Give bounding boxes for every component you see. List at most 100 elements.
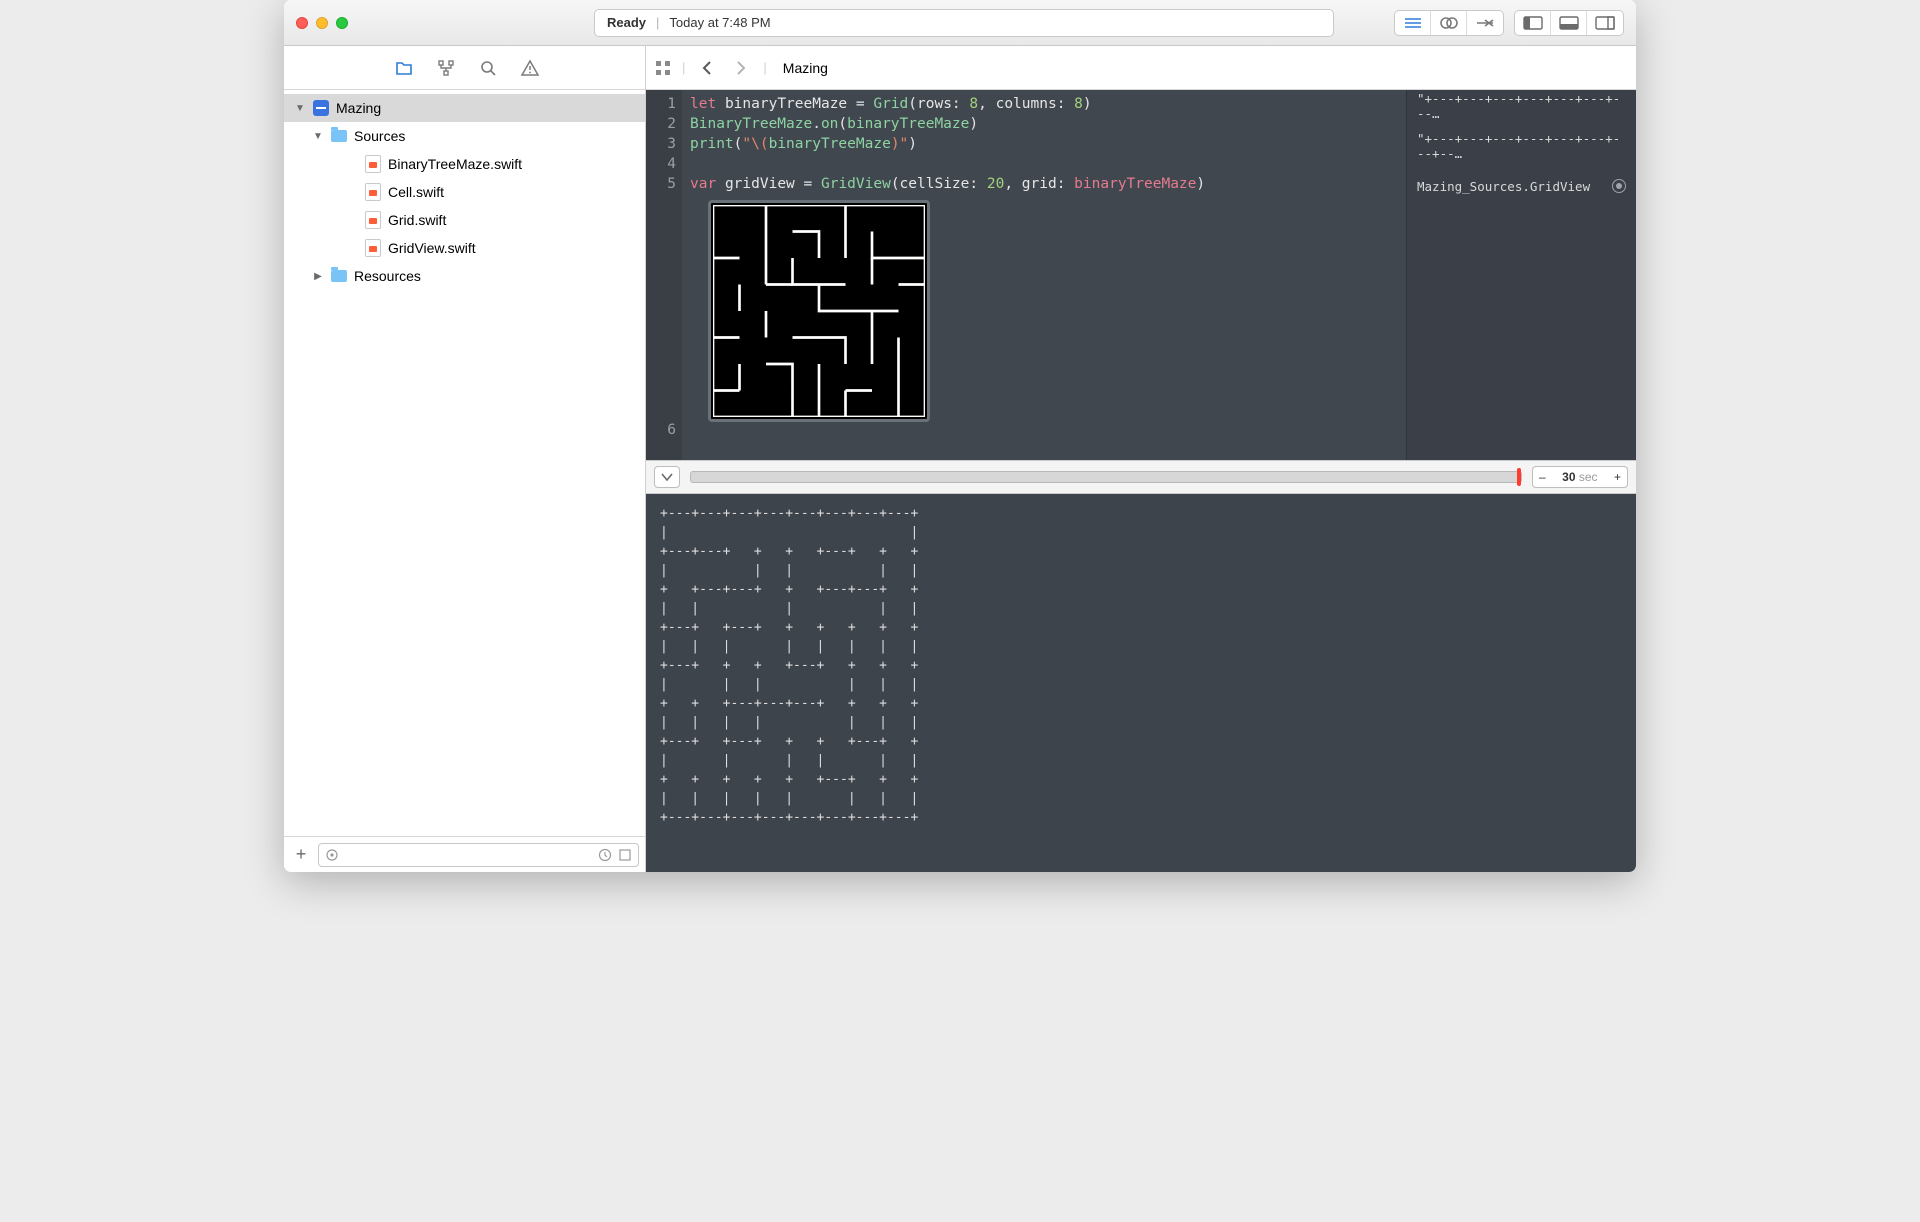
close-window-button[interactable] [296,17,308,29]
tree-file[interactable]: GridView.swift [284,234,645,262]
filter-field[interactable] [318,843,639,867]
swift-file-icon [364,211,382,229]
version-editor-icon [1474,16,1496,30]
activity-viewer[interactable]: Ready | Today at 7:48 PM [594,9,1334,37]
tree-root-mazing[interactable]: ▼ Mazing [284,94,645,122]
chevron-down-icon [661,472,673,482]
swift-file-icon [364,155,382,173]
version-editor-button[interactable] [1467,11,1503,35]
result-text: Mazing_Sources.GridView [1417,179,1590,194]
project-tree[interactable]: ▼ Mazing ▼ Sources BinaryTreeMaze.swift [284,90,645,836]
nav-back-button[interactable] [695,56,719,80]
toggle-navigator-button[interactable] [1515,11,1551,35]
disclosure-triangle-icon[interactable]: ▼ [312,131,324,142]
duration-unit: sec [1579,470,1598,484]
disclosure-triangle-icon[interactable]: ▶ [312,271,324,282]
find-navigator-icon[interactable] [478,58,498,78]
recent-icon[interactable] [598,848,612,862]
zoom-window-button[interactable] [336,17,348,29]
playground-icon [312,99,330,117]
tree-file-label: Cell.swift [388,184,444,200]
result-row[interactable]: Mazing_Sources.GridView [1417,176,1626,196]
tree-file-label: Grid.swift [388,212,446,228]
result-text: "+---+---+---+---+---+---+---+--… [1417,131,1626,161]
editor-column: | | Mazing 1 2 [646,46,1636,872]
result-text: "+---+---+---+---+---+---+---… [1417,91,1626,121]
result-row[interactable]: "+---+---+---+---+---+---+---+--… [1417,136,1626,156]
assistant-editor-icon [1439,15,1459,31]
line-number: 5 [646,174,676,194]
standard-editor-icon [1403,16,1423,30]
scm-filter-icon[interactable] [618,848,632,862]
stepper-decrement[interactable]: – [1539,470,1546,484]
line-number: 1 [646,94,676,114]
symbol-navigator-icon[interactable] [436,58,456,78]
tree-group-label: Resources [354,268,421,284]
tree-file-label: BinaryTreeMaze.swift [388,156,522,172]
debug-console[interactable]: +---+---+---+---+---+---+---+---+ | | +-… [646,494,1636,872]
folder-icon [330,267,348,285]
chevron-right-icon [735,60,747,76]
scope-icon [325,848,339,862]
related-items-icon[interactable] [654,59,672,77]
add-button[interactable]: + [290,844,312,865]
toggle-debug-area-button[interactable] [1551,11,1587,35]
assistant-editor-button[interactable] [1431,11,1467,35]
bottom-panel-icon [1559,16,1579,30]
editor-mode-segmented [1394,10,1504,36]
nav-forward-button[interactable] [729,56,753,80]
left-panel-icon [1523,16,1543,30]
quicklook-icon[interactable] [1612,179,1626,193]
window-traffic-lights [296,17,348,29]
timeline-disclosure-button[interactable] [654,466,680,488]
timeline-playhead[interactable] [1517,468,1521,486]
project-navigator-icon[interactable] [394,58,414,78]
gutter: 1 2 3 4 5 6 [646,90,682,460]
results-sidebar: "+---+---+---+---+---+---+---… "+---+---… [1406,90,1636,460]
timeline-slider[interactable] [690,471,1522,483]
chevron-left-icon [701,60,713,76]
tree-file[interactable]: Cell.swift [284,178,645,206]
line-number: 3 [646,134,676,154]
toolbar-right-controls [1394,10,1624,36]
folder-icon [330,127,348,145]
toggle-utilities-button[interactable] [1587,11,1623,35]
issue-navigator-icon[interactable] [520,58,540,78]
status-label: Ready [607,15,646,30]
tree-file-label: GridView.swift [388,240,476,256]
navigator-sidebar: ▼ Mazing ▼ Sources BinaryTreeMaze.swift [284,46,646,872]
jump-bar: | | Mazing [646,46,1636,90]
duration-stepper[interactable]: – 30 sec + [1532,466,1628,488]
breadcrumb[interactable]: Mazing [777,60,828,76]
xcode-window: Ready | Today at 7:48 PM [284,0,1636,872]
code-editor[interactable]: 1 2 3 4 5 6 let binaryTreeMaze = Grid(ro… [646,90,1636,460]
tree-group-sources[interactable]: ▼ Sources [284,122,645,150]
tree-file[interactable]: Grid.swift [284,206,645,234]
panel-visibility-segmented [1514,10,1624,36]
right-panel-icon [1595,16,1615,30]
timeline-bar: – 30 sec + [646,460,1636,494]
tree-file[interactable]: BinaryTreeMaze.swift [284,150,645,178]
stepper-increment[interactable]: + [1614,470,1621,484]
standard-editor-button[interactable] [1395,11,1431,35]
status-separator: | [656,15,659,30]
line-number: 6 [646,420,676,440]
status-time: Today at 7:48 PM [669,15,770,30]
swift-file-icon [364,183,382,201]
main-split: ▼ Mazing ▼ Sources BinaryTreeMaze.swift [284,46,1636,872]
titlebar: Ready | Today at 7:48 PM [284,0,1636,46]
editor-split: 1 2 3 4 5 6 let binaryTreeMaze = Grid(ro… [646,90,1636,872]
swift-file-icon [364,239,382,257]
navigator-selector-bar [284,46,645,90]
breadcrumb-label: Mazing [783,60,828,76]
duration-value: 30 [1562,470,1575,484]
tree-group-resources[interactable]: ▶ Resources [284,262,645,290]
inline-result-gridview[interactable] [708,200,930,422]
disclosure-triangle-icon[interactable]: ▼ [294,103,306,114]
line-number: 2 [646,114,676,134]
line-number: 4 [646,154,676,174]
navigator-footer: + [284,836,645,872]
result-row[interactable]: "+---+---+---+---+---+---+---… [1417,96,1626,116]
minimize-window-button[interactable] [316,17,328,29]
tree-group-label: Sources [354,128,405,144]
